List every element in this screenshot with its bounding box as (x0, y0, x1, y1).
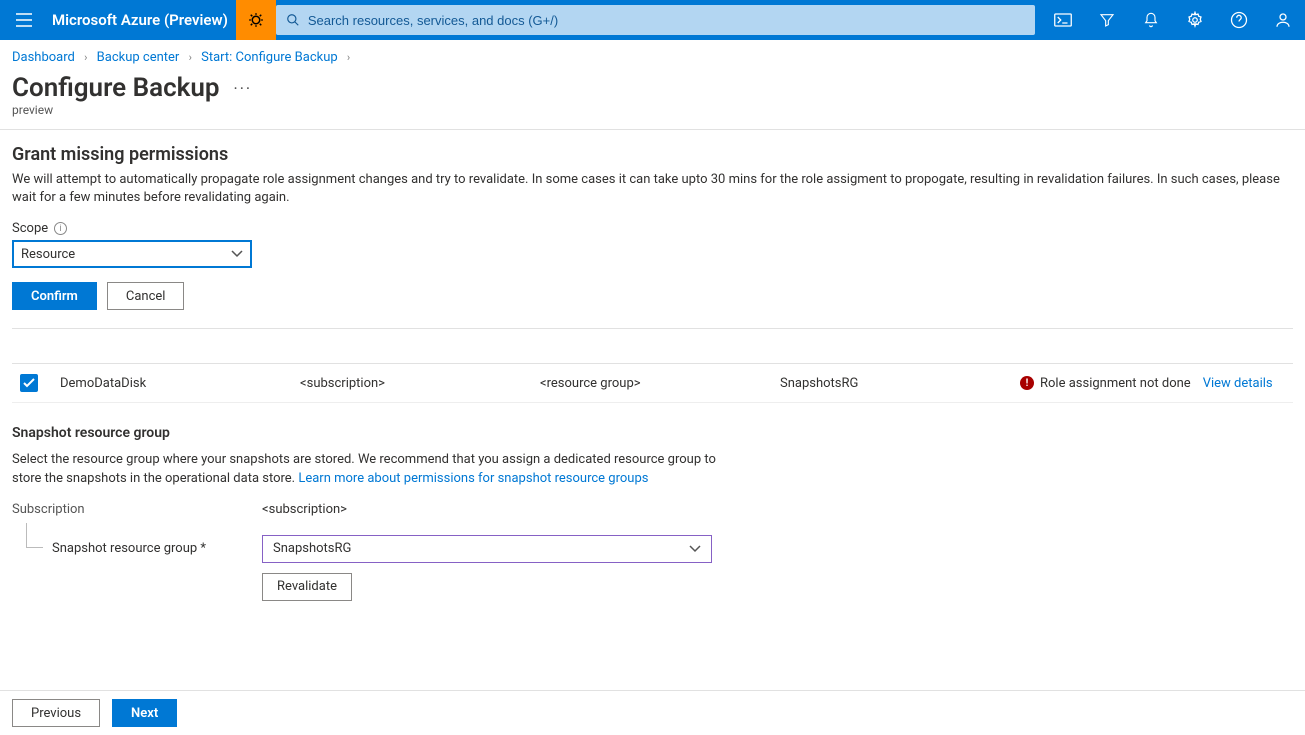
help-button[interactable] (1217, 0, 1261, 40)
scope-select-value: Resource (21, 247, 75, 262)
top-bar: Microsoft Azure (Preview) (0, 0, 1305, 40)
snapshot-heading: Snapshot resource group (12, 425, 1293, 441)
snapshot-rg-select[interactable]: SnapshotsRG (262, 535, 712, 563)
revalidate-button[interactable]: Revalidate (262, 573, 352, 601)
top-icon-group (1041, 0, 1305, 40)
row-status-text: Role assignment not done (1040, 376, 1191, 391)
page-title: Configure Backup (12, 73, 220, 103)
subscription-row: Subscription <subscription> (12, 502, 1293, 517)
resources-table: DemoDataDisk <subscription> <resource gr… (12, 328, 1293, 403)
row-checkbox-cell (12, 374, 52, 392)
chevron-right-icon: › (183, 51, 198, 64)
confirm-button[interactable]: Confirm (12, 282, 97, 310)
permissions-button-row: Confirm Cancel (12, 282, 1293, 310)
settings-button[interactable] (1173, 0, 1217, 40)
gear-icon (1186, 11, 1204, 29)
snapshot-description: Select the resource group where your sna… (12, 451, 722, 487)
chevron-right-icon: › (341, 51, 356, 64)
previous-button[interactable]: Previous (12, 699, 100, 727)
title-more-button[interactable]: ··· (234, 79, 253, 98)
breadcrumb: Dashboard › Backup center › Start: Confi… (0, 40, 1305, 71)
permissions-heading: Grant missing permissions (12, 144, 1293, 165)
help-icon (1230, 11, 1248, 29)
subscription-value: <subscription> (262, 502, 347, 517)
bell-icon (1143, 11, 1159, 29)
permissions-section: Grant missing permissions We will attemp… (0, 130, 1305, 411)
row-snapshot-rg: SnapshotsRG (772, 376, 1012, 391)
row-resource-group: <resource group> (532, 376, 772, 391)
snapshot-section: Snapshot resource group Select the resou… (0, 411, 1305, 618)
brand-title: Microsoft Azure (Preview) (48, 11, 236, 29)
next-button[interactable]: Next (112, 699, 177, 727)
breadcrumb-item-dashboard[interactable]: Dashboard (12, 50, 75, 65)
person-icon (1274, 11, 1292, 29)
info-icon[interactable]: i (54, 222, 67, 235)
permissions-body: We will attempt to automatically propaga… (12, 171, 1293, 207)
scope-label-text: Scope (12, 221, 48, 236)
snapshot-rg-select-value: SnapshotsRG (273, 541, 351, 556)
scope-select[interactable]: Resource (12, 240, 252, 268)
search-icon (286, 13, 300, 27)
bug-icon (247, 11, 265, 29)
table-row: DemoDataDisk <subscription> <resource gr… (12, 364, 1293, 403)
snapshot-learn-more-link[interactable]: Learn more about permissions for snapsho… (298, 471, 648, 486)
cloud-shell-icon (1054, 13, 1072, 27)
directories-filter-button[interactable] (1085, 0, 1129, 40)
row-checkbox[interactable] (20, 374, 38, 392)
chevron-down-icon (231, 250, 243, 258)
snapshot-rg-label: Snapshot resource group * (12, 541, 262, 556)
preview-bug-button[interactable] (236, 0, 276, 40)
row-subscription: <subscription> (292, 376, 532, 391)
row-status-cell: ! Role assignment not done View details (1012, 376, 1293, 391)
snapshot-rg-row: Snapshot resource group * SnapshotsRG (12, 535, 1293, 563)
error-icon: ! (1020, 376, 1034, 390)
row-name: DemoDataDisk (52, 376, 292, 391)
title-row: Configure Backup ··· (0, 71, 1305, 103)
subscription-label: Subscription (12, 502, 262, 517)
footer: Previous Next (0, 690, 1305, 735)
cancel-button[interactable]: Cancel (107, 282, 185, 310)
scope-label: Scope i (12, 221, 1293, 236)
filter-icon (1099, 12, 1115, 28)
cloud-shell-button[interactable] (1041, 0, 1085, 40)
account-button[interactable] (1261, 0, 1305, 40)
view-details-link[interactable]: View details (1203, 376, 1273, 391)
revalidate-row: Revalidate (12, 573, 1293, 601)
search-bar[interactable] (276, 5, 1035, 35)
hamburger-menu-button[interactable] (0, 0, 48, 40)
hamburger-icon (16, 13, 32, 27)
search-input[interactable] (308, 13, 1025, 28)
chevron-down-icon (689, 545, 701, 553)
check-icon (23, 378, 35, 388)
table-header (12, 328, 1293, 364)
page-subtitle: preview (0, 103, 1305, 129)
chevron-right-icon: › (78, 51, 93, 64)
notifications-button[interactable] (1129, 0, 1173, 40)
breadcrumb-item-configure-backup[interactable]: Start: Configure Backup (201, 50, 338, 65)
breadcrumb-item-backup-center[interactable]: Backup center (97, 50, 180, 65)
